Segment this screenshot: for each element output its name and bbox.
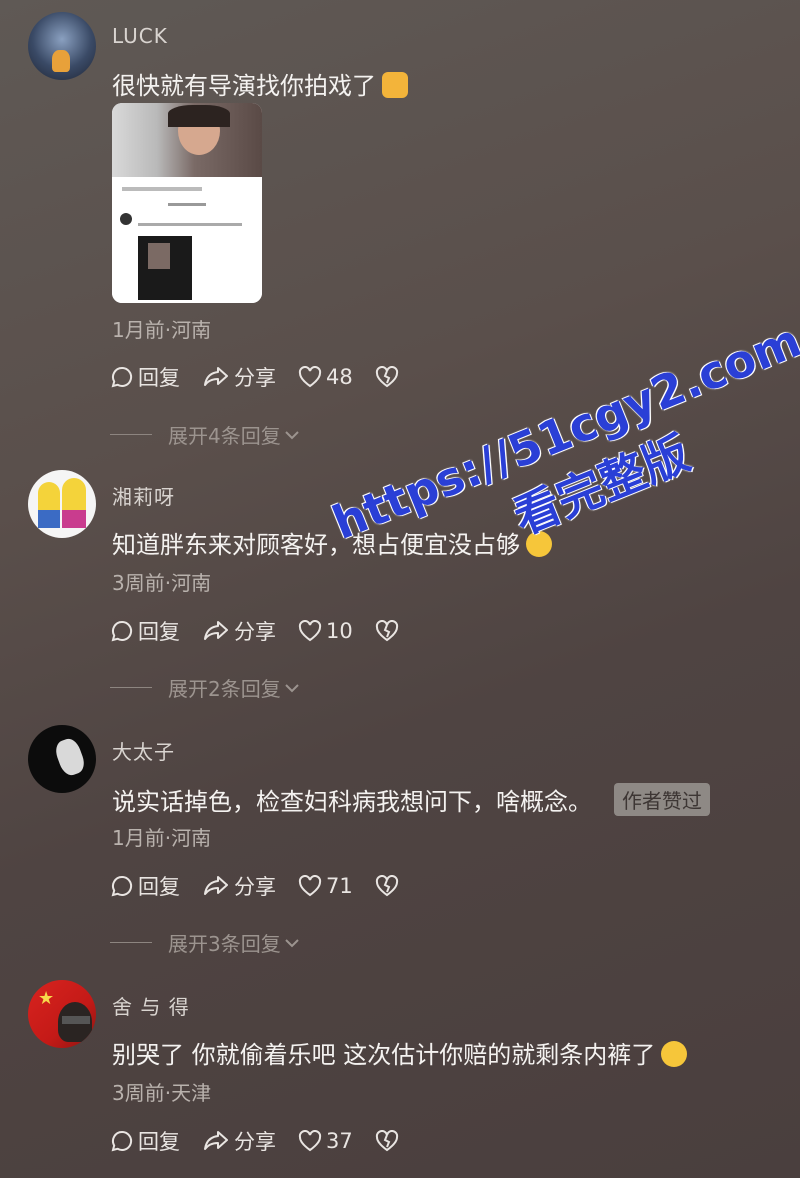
- expand-replies-label: 展开3条回复: [168, 932, 281, 956]
- like-count: 48: [326, 365, 353, 389]
- comment-actions: 回复 分享 37: [110, 1126, 425, 1156]
- expand-replies-label: 展开4条回复: [168, 424, 281, 448]
- expand-replies-button[interactable]: 展开3条回复: [110, 928, 301, 957]
- chevron-down-icon: [285, 430, 299, 439]
- share-icon: [204, 367, 228, 386]
- watermark-overlay: https://51cgy2.com 看完整版: [325, 313, 800, 611]
- reply-icon: [111, 875, 133, 897]
- share-label: 分享: [234, 366, 276, 390]
- heart-icon: [298, 875, 322, 897]
- star-icon: ★: [38, 988, 55, 1009]
- avatar[interactable]: ★: [28, 980, 96, 1048]
- reply-button[interactable]: 回复: [110, 362, 180, 392]
- dislike-button[interactable]: [375, 620, 403, 642]
- divider-line: [110, 434, 152, 435]
- thumbs-up-emoji-icon: [382, 72, 408, 98]
- share-button[interactable]: 分享: [202, 362, 276, 392]
- comment-text: 说实话掉色，检查妇科病我想问下，啥概念。 作者赞过: [112, 782, 710, 817]
- share-icon: [204, 876, 228, 895]
- dislike-button[interactable]: [375, 875, 403, 897]
- avatar[interactable]: [28, 12, 96, 80]
- comment-meta: 3周前·天津: [112, 1081, 212, 1105]
- divider-line: [110, 687, 152, 688]
- expand-replies-button[interactable]: 展开2条回复: [110, 673, 301, 702]
- reply-icon: [111, 620, 133, 642]
- like-button[interactable]: 48: [298, 365, 353, 389]
- comment-text: 别哭了 你就偷着乐吧 这次估计你赔的就剩条内裤了: [112, 1035, 688, 1070]
- reply-label: 回复: [138, 366, 180, 390]
- chevron-down-icon: [285, 683, 299, 692]
- share-button[interactable]: 分享: [202, 616, 276, 646]
- avatar[interactable]: [28, 725, 96, 793]
- username[interactable]: 湘莉呀: [112, 481, 175, 510]
- share-button[interactable]: 分享: [202, 871, 276, 901]
- like-button[interactable]: 10: [298, 619, 353, 643]
- share-label: 分享: [234, 1130, 276, 1154]
- username[interactable]: 大太子: [112, 736, 175, 765]
- broken-heart-icon: [375, 366, 398, 388]
- reply-label: 回复: [138, 620, 180, 644]
- laughing-crying-emoji-icon: [661, 1041, 688, 1067]
- share-icon: [204, 1131, 228, 1150]
- like-button[interactable]: 71: [298, 874, 353, 898]
- chevron-down-icon: [285, 938, 299, 947]
- reply-label: 回复: [138, 1130, 180, 1154]
- avatar[interactable]: [28, 470, 96, 538]
- comment-text: 很快就有导演找你拍戏了: [112, 66, 408, 101]
- author-liked-badge: 作者赞过: [614, 783, 710, 816]
- comment-text-content: 说实话掉色，检查妇科病我想问下，啥概念。: [112, 788, 592, 816]
- expand-replies-button[interactable]: 展开4条回复: [110, 420, 301, 449]
- like-count: 71: [326, 874, 353, 898]
- reply-button[interactable]: 回复: [110, 1126, 180, 1156]
- reply-button[interactable]: 回复: [110, 871, 180, 901]
- reply-icon: [111, 1130, 133, 1152]
- heart-icon: [298, 1130, 322, 1152]
- comment-text-content: 很快就有导演找你拍戏了: [112, 72, 376, 100]
- reply-icon: [111, 366, 133, 388]
- share-button[interactable]: 分享: [202, 1126, 276, 1156]
- heart-icon: [298, 620, 322, 642]
- comment-meta: 1月前·河南: [112, 826, 212, 850]
- share-label: 分享: [234, 620, 276, 644]
- broken-heart-icon: [375, 1130, 398, 1152]
- reply-button[interactable]: 回复: [110, 616, 180, 646]
- comment-meta: 3周前·河南: [112, 571, 212, 595]
- broken-heart-icon: [375, 875, 398, 897]
- comment-actions: 回复 分享 10: [110, 616, 425, 646]
- username[interactable]: 舍 与 得: [112, 991, 190, 1020]
- heart-icon: [298, 366, 322, 388]
- reply-label: 回复: [138, 875, 180, 899]
- username[interactable]: LUCK: [112, 24, 168, 48]
- comment-actions: 回复 分享 48: [110, 362, 425, 392]
- divider-line: [110, 942, 152, 943]
- comment-actions: 回复 分享 71: [110, 871, 425, 901]
- share-icon: [204, 621, 228, 640]
- like-count: 10: [326, 619, 353, 643]
- broken-heart-icon: [375, 620, 398, 642]
- share-label: 分享: [234, 875, 276, 899]
- dislike-button[interactable]: [375, 1130, 403, 1152]
- comment-meta: 1月前·河南: [112, 318, 212, 342]
- comment-image[interactable]: [112, 103, 262, 303]
- dislike-button[interactable]: [375, 366, 403, 388]
- expand-replies-label: 展开2条回复: [168, 677, 281, 701]
- like-count: 37: [326, 1129, 353, 1153]
- comment-text-content: 别哭了 你就偷着乐吧 这次估计你赔的就剩条内裤了: [112, 1041, 656, 1069]
- like-button[interactable]: 37: [298, 1129, 353, 1153]
